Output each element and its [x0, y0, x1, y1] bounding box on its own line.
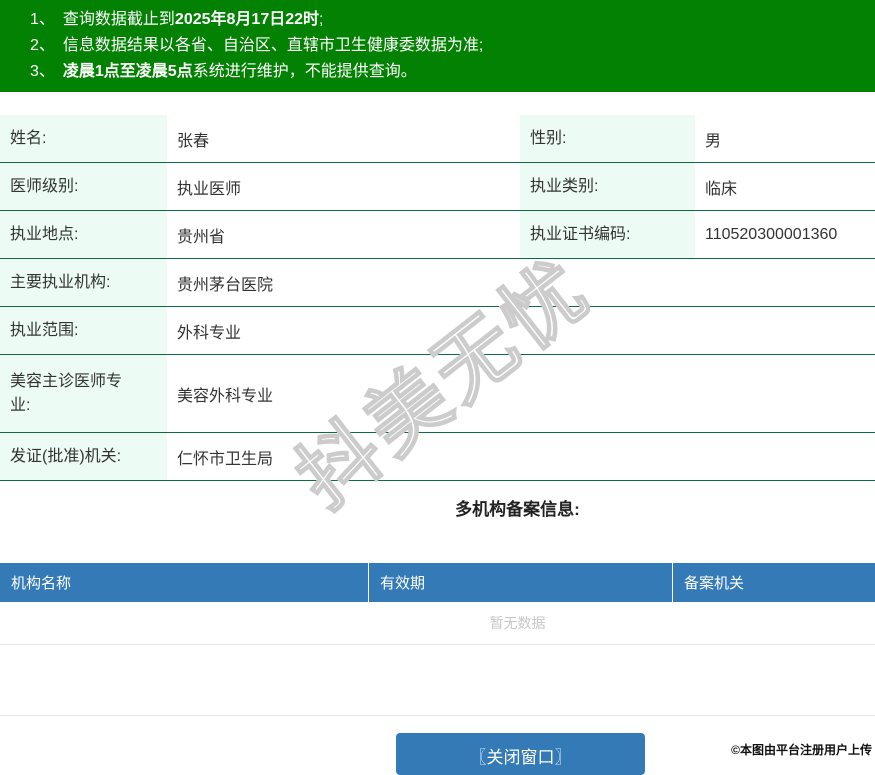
notice-number: 3、	[30, 63, 55, 80]
notice-text-segment: 2025年8月17日22时	[174, 11, 320, 28]
field-value-issuing-authority: 仁怀市卫生局	[167, 433, 875, 480]
field-value-practice-category: 临床	[695, 163, 875, 210]
filing-table-header: 机构名称 有效期 备案机关	[0, 563, 875, 602]
copyright-watermark: ©本图由平台注册用户上传	[731, 743, 872, 757]
notice-text: 信息数据结果以各省、自治区、直辖市卫生健康委数据为准;	[63, 37, 483, 54]
field-value-doctor-level: 执业医师	[167, 163, 520, 210]
table-row: 发证(批准)机关: 仁怀市卫生局	[0, 433, 875, 481]
field-label-issuing-authority: 发证(批准)机关:	[0, 433, 167, 480]
notice-line-1: 1、 查询数据截止到2025年8月17日22时;	[30, 7, 865, 33]
table-row: 主要执业机构: 贵州茅台医院	[0, 259, 875, 307]
field-label-cosmetic-specialty: 美容主诊医师专业:	[0, 355, 167, 432]
column-header-validity-period: 有效期	[368, 563, 672, 602]
field-value-certificate-number: 110520300001360	[695, 211, 875, 258]
notice-line-3: 3、 凌晨1点至凌晨5点系统进行维护，不能提供查询。	[30, 59, 865, 85]
table-row: 执业范围: 外科专业	[0, 307, 875, 355]
notice-text-segment: 系统进行维护，不能提供查询。	[192, 63, 417, 80]
column-header-institution-name: 机构名称	[11, 575, 72, 592]
filing-section-title: 多机构备案信息:	[455, 500, 580, 519]
notice-text-segment: 凌晨1点至凌晨5点	[62, 63, 193, 80]
field-label-doctor-level: 医师级别:	[0, 163, 167, 210]
practitioner-info-table: 姓名: 张春 性别: 男 医师级别: 执业医师 执业类别: 临床 执业地点: 贵…	[0, 115, 875, 481]
field-label-name: 姓名:	[0, 115, 167, 162]
field-value-gender: 男	[695, 115, 875, 162]
field-value-practice-location: 贵州省	[167, 211, 520, 258]
field-label-practice-category: 执业类别:	[520, 163, 695, 210]
field-label-gender: 性别:	[520, 115, 695, 162]
footer-divider	[0, 715, 875, 716]
field-value-name: 张春	[167, 115, 520, 162]
table-row: 医师级别: 执业医师 执业类别: 临床	[0, 163, 875, 211]
column-header-filing-authority: 备案机关	[672, 563, 875, 602]
notice-text: 凌晨1点至凌晨5点系统进行维护，不能提供查询。	[63, 63, 417, 80]
notice-text-segment: ;	[319, 11, 324, 28]
notice-text-segment: 信息数据结果以各省、自治区、直辖市卫生健康委数据为准;	[62, 37, 484, 54]
notice-banner: 1、 查询数据截止到2025年8月17日22时; 2、 信息数据结果以各省、自治区、…	[0, 0, 875, 92]
table-row: 姓名: 张春 性别: 男	[0, 115, 875, 163]
field-value-cosmetic-specialty: 美容外科专业	[167, 355, 875, 432]
notice-text-segment: 查询数据截止到	[62, 11, 175, 28]
field-label-main-institution: 主要执业机构:	[0, 259, 167, 306]
field-value-main-institution: 贵州茅台医院	[167, 259, 875, 306]
field-label-practice-scope: 执业范围:	[0, 307, 167, 354]
empty-data-placeholder: 暂无数据	[0, 602, 875, 645]
notice-number: 1、	[30, 11, 55, 28]
field-label-practice-location: 执业地点:	[0, 211, 167, 258]
field-label-certificate-number: 执业证书编码:	[520, 211, 695, 258]
table-row: 执业地点: 贵州省 执业证书编码: 110520300001360	[0, 211, 875, 259]
license-query-result-page: { "banner": { "notices": [ {"num": "1、",…	[0, 0, 875, 775]
notice-line-2: 2、 信息数据结果以各省、自治区、直辖市卫生健康委数据为准;	[30, 33, 865, 59]
notice-number: 2、	[30, 37, 55, 54]
field-value-practice-scope: 外科专业	[167, 307, 875, 354]
table-row: 美容主诊医师专业: 美容外科专业	[0, 355, 875, 433]
notice-text: 查询数据截止到2025年8月17日22时;	[63, 11, 324, 28]
close-window-button[interactable]: 〖关闭窗口〗	[396, 733, 645, 775]
